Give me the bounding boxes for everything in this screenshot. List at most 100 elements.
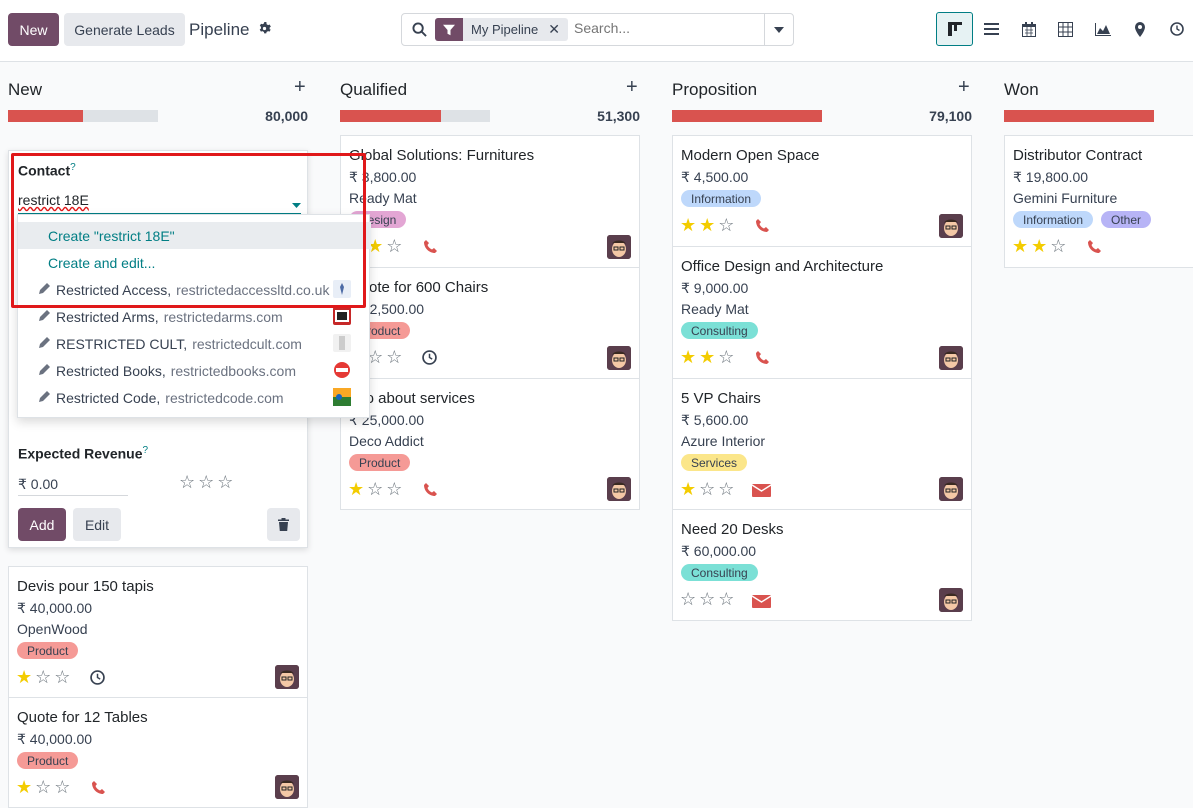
avatar[interactable]: [607, 346, 631, 370]
envelope-icon[interactable]: [751, 595, 772, 611]
generate-leads-button[interactable]: Generate Leads: [64, 13, 185, 46]
priority-stars[interactable]: ★ ☆ ☆: [16, 668, 70, 686]
star-icon[interactable]: ☆: [35, 778, 51, 796]
column-add-new-icon[interactable]: +: [294, 76, 306, 99]
star-icon[interactable]: ☆: [54, 668, 70, 686]
avatar[interactable]: [275, 665, 299, 689]
graph-view-icon[interactable]: [1084, 12, 1121, 46]
kanban-card[interactable]: Modern Open Space ₹ 4,500.00 Information…: [672, 135, 972, 247]
priority-stars[interactable]: ☆ ☆ ☆: [179, 473, 233, 491]
avatar[interactable]: [275, 775, 299, 799]
star-icon[interactable]: ☆: [179, 473, 195, 491]
kanban-card[interactable]: Global Solutions: Furnitures ₹ 3,800.00 …: [340, 135, 640, 268]
filter-facet: My Pipeline ✕: [435, 18, 568, 41]
star-icon[interactable]: ☆: [54, 778, 70, 796]
star-icon[interactable]: ☆: [386, 237, 402, 255]
activity-clock-icon[interactable]: [1158, 12, 1193, 46]
star-icon[interactable]: ★: [1031, 237, 1047, 255]
trash-icon[interactable]: [267, 508, 300, 541]
star-icon[interactable]: ☆: [198, 473, 214, 491]
star-icon[interactable]: ☆: [718, 216, 734, 234]
priority-stars[interactable]: ★★☆: [1012, 237, 1066, 255]
edit-button[interactable]: Edit: [73, 508, 121, 541]
star-icon[interactable]: ★: [680, 480, 696, 498]
column-progress-qualified[interactable]: [340, 110, 490, 122]
clock-icon[interactable]: [90, 670, 105, 688]
avatar[interactable]: [607, 477, 631, 501]
envelope-icon[interactable]: [751, 484, 772, 500]
star-icon[interactable]: ★: [348, 480, 364, 498]
column-add-qualified-icon[interactable]: +: [626, 76, 638, 99]
priority-stars[interactable]: ★ ☆ ☆: [16, 778, 70, 796]
star-icon[interactable]: ☆: [718, 348, 734, 366]
gear-icon[interactable]: [258, 20, 271, 40]
card-title: Quote for 12 Tables: [17, 709, 148, 726]
pivot-view-icon[interactable]: [1047, 12, 1084, 46]
star-icon[interactable]: ☆: [718, 480, 734, 498]
avatar[interactable]: [939, 214, 963, 238]
chevron-down-icon[interactable]: [764, 14, 793, 45]
star-icon[interactable]: ★: [680, 216, 696, 234]
kanban-card[interactable]: Quote for 12 Tables ₹ 40,000.00 Product …: [8, 697, 308, 808]
phone-icon[interactable]: [424, 483, 437, 499]
priority-stars[interactable]: ★ ☆ ☆: [680, 480, 734, 498]
avatar[interactable]: [939, 588, 963, 612]
star-icon[interactable]: ★: [16, 668, 32, 686]
dropdown-record-item[interactable]: RESTRICTED CULT, restrictedcult.com: [18, 330, 371, 357]
priority-stars[interactable]: ★ ☆ ☆: [348, 480, 402, 498]
phone-icon[interactable]: [756, 219, 769, 235]
star-icon[interactable]: ★: [1012, 237, 1028, 255]
star-icon[interactable]: ☆: [680, 590, 696, 608]
priority-stars[interactable]: ☆☆☆: [680, 590, 734, 608]
calendar-view-icon[interactable]: [1010, 12, 1047, 46]
phone-icon[interactable]: [1088, 240, 1101, 256]
kanban-card[interactable]: Distributor Contract ₹ 19,800.00 Gemini …: [1004, 135, 1193, 268]
column-progress-proposition[interactable]: [672, 110, 822, 122]
kanban-card[interactable]: Need 20 Desks ₹ 60,000.00 Consulting ☆ ☆ ☆: [672, 509, 972, 621]
star-icon[interactable]: ★: [680, 348, 696, 366]
column-progress-new[interactable]: [8, 110, 158, 122]
avatar[interactable]: [939, 477, 963, 501]
list-view-icon[interactable]: [973, 12, 1010, 46]
star-icon[interactable]: ☆: [699, 590, 715, 608]
star-icon[interactable]: ☆: [367, 480, 383, 498]
star-icon[interactable]: ☆: [386, 480, 402, 498]
dropdown-record-item[interactable]: Restricted Books, restrictedbooks.com: [18, 357, 371, 384]
star-icon[interactable]: ☆: [1050, 237, 1066, 255]
clock-icon[interactable]: [422, 350, 437, 368]
kanban-view-icon[interactable]: [936, 12, 973, 46]
star-icon[interactable]: ☆: [699, 480, 715, 498]
pencil-icon: [38, 336, 51, 352]
kanban-card[interactable]: 5 VP Chairs ₹ 5,600.00 Azure Interior Se…: [672, 378, 972, 510]
priority-stars[interactable]: ★★☆: [680, 348, 734, 366]
kanban-card[interactable]: Office Design and Architecture ₹ 9,000.0…: [672, 246, 972, 379]
new-button[interactable]: New: [8, 13, 59, 46]
star-icon[interactable]: ★: [16, 778, 32, 796]
avatar[interactable]: [607, 235, 631, 259]
control-panel: New Generate Leads Pipeline My Pipeline …: [0, 0, 1193, 62]
phone-icon[interactable]: [92, 781, 105, 797]
close-icon[interactable]: ✕: [546, 18, 568, 41]
avatar[interactable]: [939, 346, 963, 370]
star-icon[interactable]: ☆: [217, 473, 233, 491]
star-icon[interactable]: ★: [699, 348, 715, 366]
kanban-card[interactable]: Devis pour 150 tapis ₹ 40,000.00 OpenWoo…: [8, 566, 308, 698]
add-button[interactable]: Add: [18, 508, 66, 541]
search-input[interactable]: [574, 20, 759, 36]
star-icon[interactable]: ☆: [718, 590, 734, 608]
star-icon[interactable]: ☆: [386, 348, 402, 366]
column-add-proposition-icon[interactable]: +: [958, 76, 970, 99]
dropdown-record-item[interactable]: Restricted Code, restrictedcode.com: [18, 384, 371, 411]
map-pin-icon[interactable]: [1121, 12, 1158, 46]
priority-stars[interactable]: ★★☆: [680, 216, 734, 234]
phone-icon[interactable]: [756, 351, 769, 367]
card-title: Office Design and Architecture: [681, 258, 884, 275]
kanban-card[interactable]: Info about services ₹ 25,000.00 Deco Add…: [340, 378, 640, 510]
phone-icon[interactable]: [424, 240, 437, 256]
kanban-card[interactable]: Quote for 600 Chairs ₹ 22,500.00 Product…: [340, 267, 640, 379]
facet-label: My Pipeline: [471, 22, 539, 37]
star-icon[interactable]: ★: [699, 216, 715, 234]
star-icon[interactable]: ☆: [35, 668, 51, 686]
column-progress-won[interactable]: [1004, 110, 1154, 122]
expected-revenue-input[interactable]: ₹ 0.00: [18, 476, 58, 493]
